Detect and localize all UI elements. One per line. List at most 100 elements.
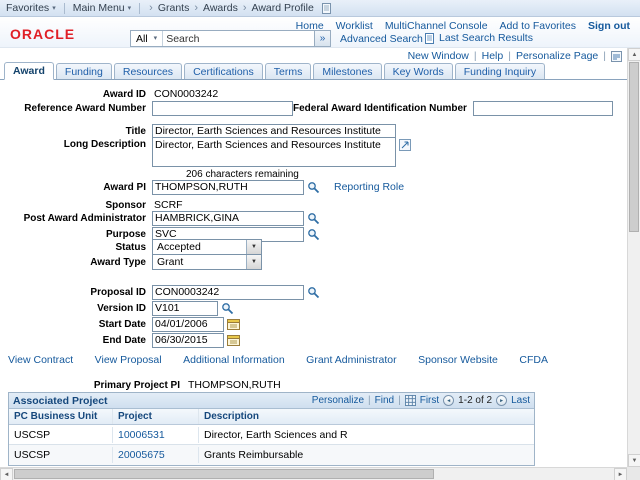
award-pi-label: Award PI xyxy=(0,182,152,193)
end-date-label: End Date xyxy=(0,335,152,346)
advanced-search-link[interactable]: Advanced Search xyxy=(340,33,423,45)
award-type-dropdown[interactable]: Grant ▼ xyxy=(152,254,262,270)
scroll-left-icon[interactable]: ◄ xyxy=(0,468,13,480)
reporting-role-link[interactable]: Reporting Role xyxy=(334,181,404,193)
main-menu[interactable]: Main Menu ▾ xyxy=(73,2,131,14)
last-search-results-icon xyxy=(425,33,435,44)
tab-funding[interactable]: Funding xyxy=(56,63,112,79)
last-link[interactable]: Last xyxy=(511,395,530,406)
additional-information-link[interactable]: Additional Information xyxy=(183,354,285,366)
tab-bar: Award Funding Resources Certifications T… xyxy=(0,62,628,80)
column-header-description: Description xyxy=(199,409,534,424)
sign-out-link[interactable]: Sign out xyxy=(588,20,630,32)
next-row-icon[interactable]: ► xyxy=(496,395,507,406)
breadcrumb-chevron-icon: › xyxy=(243,2,247,14)
table-row: USCSP 20005675 Grants Reimbursable xyxy=(9,445,534,465)
vertical-scrollbar[interactable]: ▲ ▼ xyxy=(627,48,640,467)
federal-award-identification-number-input[interactable] xyxy=(473,101,613,116)
grid-toolbar: Personalize | Find | First ◄ 1-2 of 2 ► … xyxy=(312,395,530,406)
tab-resources[interactable]: Resources xyxy=(114,63,182,79)
status-row: Status Accepted ▼ xyxy=(0,239,628,255)
grant-administrator-link[interactable]: Grant Administrator xyxy=(306,354,396,366)
calendar-icon[interactable] xyxy=(227,334,240,346)
scrollbar-corner xyxy=(627,467,640,480)
search-go-button[interactable]: » xyxy=(315,30,331,47)
last-search-results-link[interactable]: Last Search Results xyxy=(425,32,533,44)
scroll-down-icon[interactable]: ▼ xyxy=(628,454,640,467)
personalize-link[interactable]: Personalize xyxy=(312,395,364,406)
search-scope-dropdown[interactable]: All ▾ xyxy=(131,31,163,46)
award-type-label: Award Type xyxy=(0,257,152,268)
search-input[interactable] xyxy=(163,32,314,45)
view-contract-link[interactable]: View Contract xyxy=(8,354,73,366)
proposal-id-row: Proposal ID xyxy=(0,284,628,300)
vertical-scroll-thumb[interactable] xyxy=(629,62,639,232)
project-link[interactable]: 20005675 xyxy=(118,449,165,461)
tab-certifications[interactable]: Certifications xyxy=(184,63,263,79)
separator: | xyxy=(474,50,477,62)
new-window-link[interactable]: New Window xyxy=(408,50,469,62)
pc-business-unit-cell: USCSP xyxy=(9,427,113,443)
lookup-icon[interactable] xyxy=(307,212,320,225)
column-header-project: Project xyxy=(113,409,199,424)
tab-label: Resources xyxy=(123,66,173,78)
purpose-label: Purpose xyxy=(0,229,152,240)
cfda-link[interactable]: CFDA xyxy=(519,354,548,366)
horizontal-scrollbar[interactable]: ◄ ► xyxy=(0,467,627,480)
tab-award[interactable]: Award xyxy=(4,62,54,80)
lookup-icon[interactable] xyxy=(221,302,234,315)
expand-icon[interactable] xyxy=(399,139,411,151)
reference-award-number-label: Reference Award Number xyxy=(0,103,152,114)
award-id-label: Award ID xyxy=(0,89,152,100)
horizontal-scroll-thumb[interactable] xyxy=(14,469,434,479)
download-grid-icon[interactable] xyxy=(405,395,416,406)
lookup-icon[interactable] xyxy=(307,181,320,194)
associated-project-grid: Associated Project Personalize | Find | … xyxy=(8,392,535,466)
favorites-menu[interactable]: Favorites ▾ xyxy=(6,2,56,14)
scroll-up-icon[interactable]: ▲ xyxy=(628,48,640,61)
grid-title: Associated Project xyxy=(13,395,108,407)
personalize-page-link[interactable]: Personalize Page xyxy=(516,50,598,62)
view-proposal-link[interactable]: View Proposal xyxy=(95,354,162,366)
favorites-menu-label: Favorites xyxy=(6,2,49,14)
lookup-icon[interactable] xyxy=(307,286,320,299)
award-pi-input[interactable] xyxy=(152,180,304,195)
reference-award-number-input[interactable] xyxy=(152,101,293,116)
status-dropdown[interactable]: Accepted ▼ xyxy=(152,239,262,255)
project-link[interactable]: 10006531 xyxy=(118,429,165,441)
nav-add-to-favorites-link[interactable]: Add to Favorites xyxy=(500,20,576,32)
scroll-right-icon[interactable]: ► xyxy=(614,468,627,480)
version-id-input[interactable] xyxy=(152,301,218,316)
previous-row-icon[interactable]: ◄ xyxy=(443,395,454,406)
breadcrumb-chevron-icon: › xyxy=(149,2,153,14)
breadcrumb-grants[interactable]: Grants xyxy=(158,2,190,14)
breadcrumb-awards[interactable]: Awards xyxy=(203,2,238,14)
post-award-administrator-input[interactable] xyxy=(152,211,304,226)
find-link[interactable]: Find xyxy=(375,395,394,406)
oracle-logo: ORACLE xyxy=(10,26,75,42)
start-date-input[interactable] xyxy=(152,317,224,332)
tab-label: Funding Inquiry xyxy=(464,66,536,78)
tab-terms[interactable]: Terms xyxy=(265,63,312,79)
primary-project-pi-row: Primary Project PI THOMPSON,RUTH xyxy=(0,377,628,393)
nav-worklist-link[interactable]: Worklist xyxy=(336,20,373,32)
tab-funding-inquiry[interactable]: Funding Inquiry xyxy=(455,63,545,79)
calendar-icon[interactable] xyxy=(227,318,240,330)
navigation-bar: Favorites ▾ Main Menu ▾ › Grants › Award… xyxy=(0,0,640,17)
long-description-textarea[interactable] xyxy=(152,137,396,167)
breadcrumb-award-profile[interactable]: Award Profile xyxy=(252,2,314,14)
nav-multichannel-console-link[interactable]: MultiChannel Console xyxy=(385,20,488,32)
first-link[interactable]: First xyxy=(420,395,439,406)
breadcrumb-page-icon[interactable] xyxy=(322,3,332,14)
sponsor-website-link[interactable]: Sponsor Website xyxy=(418,354,498,366)
end-date-input[interactable] xyxy=(152,333,224,348)
tab-milestones[interactable]: Milestones xyxy=(313,63,381,79)
header: ORACLE Home Worklist MultiChannel Consol… xyxy=(0,17,640,48)
description-cell: Grants Reimbursable xyxy=(199,447,534,463)
start-date-row: Start Date xyxy=(0,316,628,332)
copy-url-icon[interactable] xyxy=(611,51,622,62)
help-link[interactable]: Help xyxy=(482,50,504,62)
tab-key-words[interactable]: Key Words xyxy=(384,63,453,79)
proposal-id-input[interactable] xyxy=(152,285,304,300)
separator: | xyxy=(603,50,606,62)
